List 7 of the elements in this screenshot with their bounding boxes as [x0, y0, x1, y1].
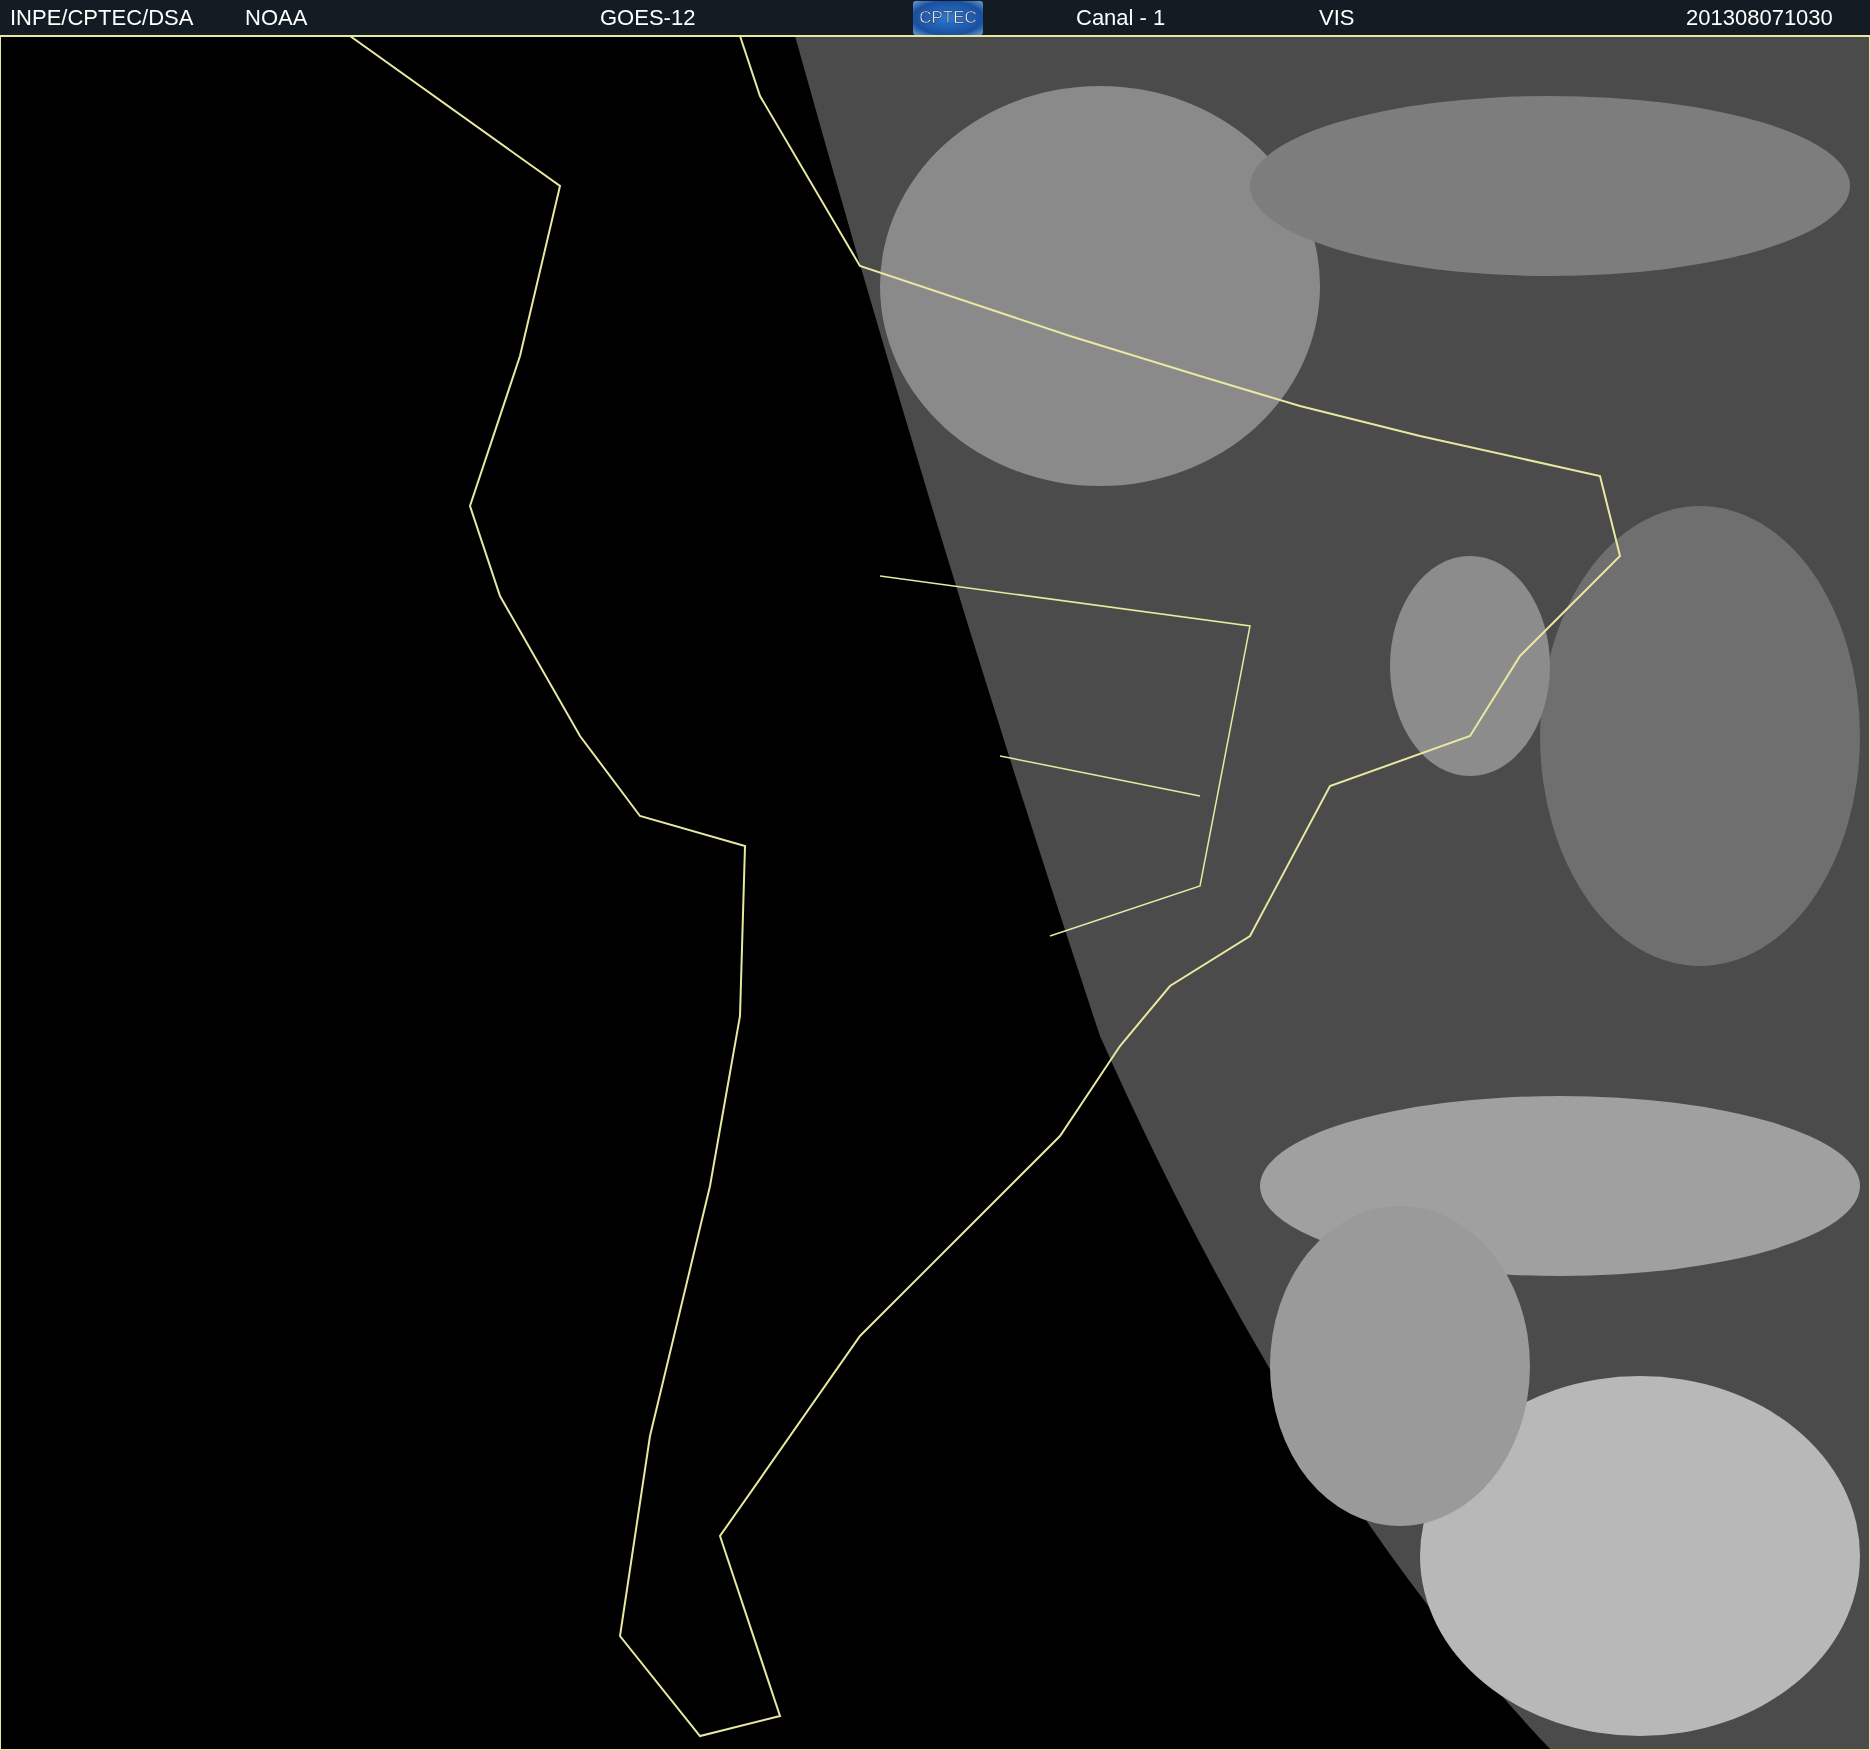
header-label: GOES-12: [600, 4, 697, 31]
header-label: NOAA: [245, 4, 309, 31]
header-label: 201308071030: [1686, 4, 1833, 31]
header-label: Canal - 1: [1076, 4, 1167, 31]
logo: CPTEC: [913, 0, 983, 35]
header-label: VIS: [1319, 4, 1356, 31]
header-label: INPE/CPTEC/DSA: [10, 4, 195, 31]
